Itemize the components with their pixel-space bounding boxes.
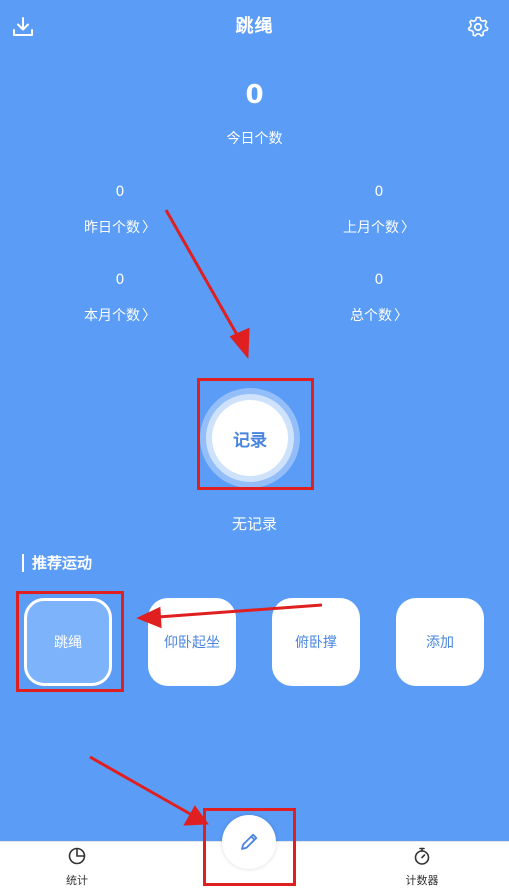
empty-state: 无记录 [231, 515, 277, 533]
stat-label: 总个数〉 [309, 305, 449, 325]
today-label: 今日个数 [226, 131, 283, 147]
today-count: 0 [245, 80, 264, 110]
stat-label: 本月个数〉 [50, 305, 190, 325]
record-button[interactable]: 记录 [212, 400, 288, 476]
stat-last-month[interactable]: 0 上月个数〉 [309, 184, 449, 237]
stat-value: 0 [374, 272, 384, 288]
stat-this-month[interactable]: 0 本月个数〉 [50, 272, 190, 325]
nav-label: 统计 [66, 874, 88, 887]
exercise-card-add[interactable]: 添加 [396, 598, 484, 686]
exercise-card-situps[interactable]: 仰卧起坐 [148, 598, 236, 686]
stat-value: 0 [115, 272, 125, 288]
chevron-right-icon: 〉 [394, 308, 408, 324]
page-title: 跳绳 [235, 16, 274, 37]
add-record-fab[interactable] [222, 815, 276, 869]
gear-icon[interactable] [465, 14, 491, 40]
record-button-wrap: 记录 [200, 388, 300, 488]
chevron-right-icon: 〉 [401, 220, 415, 236]
chevron-right-icon: 〉 [142, 220, 156, 236]
header: 跳绳 [0, 0, 509, 52]
chevron-right-icon: 〉 [142, 308, 156, 324]
pie-chart-icon [68, 847, 86, 865]
nav-label: 计数器 [405, 874, 439, 887]
stat-total[interactable]: 0 总个数〉 [309, 272, 449, 325]
main-screen: 跳绳 0 今日个数 0 昨日个数〉 0 上月个数〉 0 本月个数〉 0 总个数〉… [0, 0, 509, 841]
stopwatch-icon [414, 847, 430, 865]
stat-value: 0 [115, 184, 125, 200]
nav-item-stats[interactable]: 统计 [37, 846, 117, 888]
exercise-card-jump-rope[interactable]: 跳绳 [24, 598, 112, 686]
pencil-icon [241, 833, 258, 850]
stat-value: 0 [374, 184, 384, 200]
exercise-card-pushups[interactable]: 俯卧撑 [272, 598, 360, 686]
stat-yesterday[interactable]: 0 昨日个数〉 [50, 184, 190, 237]
stat-label: 上月个数〉 [309, 217, 449, 237]
stat-label: 昨日个数〉 [50, 217, 190, 237]
nav-item-counter[interactable]: 计数器 [382, 846, 462, 888]
recommended-title: 推荐运动 [22, 554, 92, 572]
